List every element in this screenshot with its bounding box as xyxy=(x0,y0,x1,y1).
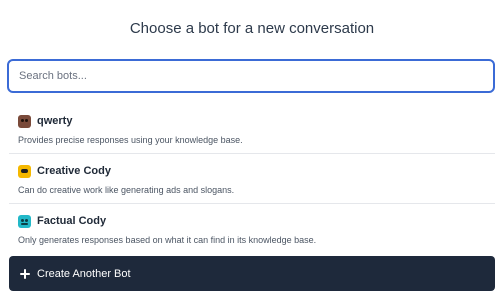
search-input[interactable] xyxy=(9,61,493,91)
page-title: Choose a bot for a new conversation xyxy=(129,20,375,37)
bot-name: qwerty xyxy=(37,115,73,127)
bot-name: Creative Cody xyxy=(37,165,111,177)
bot-item-qwerty[interactable]: qwerty Provides precise responses using … xyxy=(9,104,495,154)
bot-item-factual-cody[interactable]: Factual Cody Only generates responses ba… xyxy=(9,204,495,254)
create-another-bot-button[interactable]: Create Another Bot xyxy=(9,256,495,291)
bot-name: Factual Cody xyxy=(37,215,107,227)
brown-bot-face-icon xyxy=(18,114,31,128)
teal-bot-face-icon xyxy=(18,214,31,228)
bot-description: Only generates responses based on what i… xyxy=(18,235,317,245)
bot-item-creative-cody[interactable]: Creative Cody Can do creative work like … xyxy=(9,154,495,204)
bot-list: qwerty Provides precise responses using … xyxy=(9,104,495,254)
plus-icon xyxy=(20,268,30,279)
yellow-bot-face-icon xyxy=(18,164,31,178)
create-button-label: Create Another Bot xyxy=(37,267,131,280)
search-box[interactable] xyxy=(7,59,495,93)
bot-picker-dialog: Choose a bot for a new conversation qwer… xyxy=(0,0,504,307)
bot-description: Provides precise responses using your kn… xyxy=(18,135,243,145)
bot-description: Can do creative work like generating ads… xyxy=(18,185,235,195)
